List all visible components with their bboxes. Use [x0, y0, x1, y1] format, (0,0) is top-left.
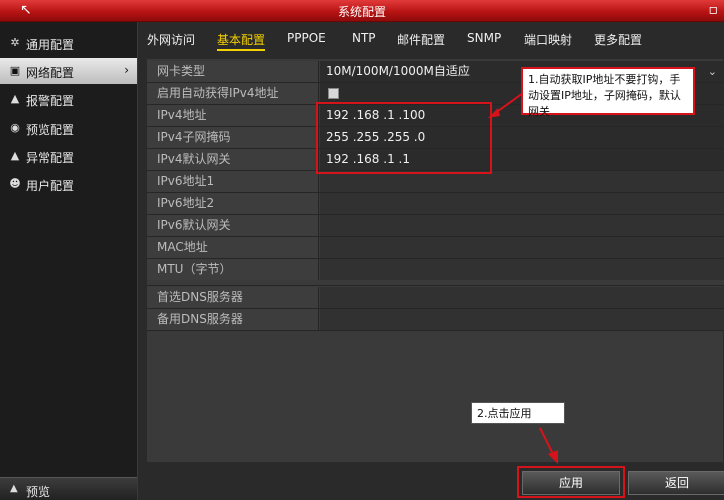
- instruction-callout-1: 1.自动获取IP地址不要打钩，手动设置IP地址，子网掩码，默认网关: [521, 67, 695, 118]
- mtu-label: MTU（字节）: [147, 259, 319, 280]
- tab-ntp[interactable]: NTP: [352, 31, 376, 45]
- instruction-callout-2: 2.点击应用: [471, 402, 565, 424]
- eye-icon: ◉: [10, 121, 20, 134]
- sidebar: ✲ 通用配置 ▣ 网络配置 › ▲ 报警配置 ◉ 预览配置 ▲ 异常配置 ☻ 用…: [0, 22, 138, 500]
- close-icon[interactable]: ▫: [709, 2, 719, 18]
- sidebar-item-label: 通用配置: [26, 38, 75, 52]
- ipv4-address-label: IPv4地址: [147, 105, 319, 126]
- sidebar-item-label: 网络配置: [26, 66, 75, 80]
- ipv4-subnet-label: IPv4子网掩码: [147, 127, 319, 148]
- form-row-alternate-dns: 备用DNS服务器: [147, 309, 724, 331]
- form-row-mac-address: MAC地址: [147, 237, 724, 259]
- nic-type-value: 10M/100M/1000M自适应: [326, 64, 470, 78]
- ip-fields-highlight: [316, 102, 492, 174]
- form-row-ipv6-address2: IPv6地址2: [147, 193, 724, 215]
- ipv6-gateway-input[interactable]: [320, 215, 724, 236]
- apply-button[interactable]: 应用: [522, 471, 620, 495]
- window-title: 系统配置: [337, 5, 386, 19]
- gear-icon: ✲: [10, 36, 20, 49]
- preview-button[interactable]: ▲ 预览: [0, 477, 137, 500]
- sidebar-item-preview[interactable]: ◉ 预览配置: [0, 115, 137, 141]
- sidebar-item-general[interactable]: ✲ 通用配置: [0, 30, 137, 56]
- title-bar: ↖ 系统配置 ▫: [0, 0, 724, 22]
- chevron-right-icon: ›: [124, 63, 129, 77]
- warning-icon: ▲: [10, 149, 20, 162]
- ipv6-gateway-label: IPv6默认网关: [147, 215, 319, 236]
- mac-address-label: MAC地址: [147, 237, 319, 258]
- tab-external-access[interactable]: 外网访问: [147, 31, 195, 48]
- tab-pppoe[interactable]: PPPOE: [287, 31, 326, 45]
- preferred-dns-input[interactable]: [320, 287, 724, 308]
- sidebar-item-alarm[interactable]: ▲ 报警配置: [0, 86, 137, 112]
- alternate-dns-label: 备用DNS服务器: [147, 309, 319, 330]
- tab-more-config[interactable]: 更多配置: [594, 31, 642, 48]
- tab-basic-config[interactable]: 基本配置: [217, 31, 266, 51]
- form-row-ipv6-gateway: IPv6默认网关: [147, 215, 724, 237]
- tab-email-config[interactable]: 邮件配置: [397, 31, 445, 48]
- mtu-input[interactable]: [320, 259, 724, 280]
- dhcp-label: 启用自动获得IPv4地址: [147, 83, 319, 104]
- tab-bar: 外网访问 基本配置 PPPOE NTP 邮件配置 SNMP 端口映射 更多配置: [139, 28, 724, 51]
- preview-label: 预览: [26, 485, 51, 499]
- ipv4-gateway-label: IPv4默认网关: [147, 149, 319, 170]
- form-row-preferred-dns: 首选DNS服务器: [147, 287, 724, 309]
- sidebar-item-label: 异常配置: [26, 151, 75, 165]
- triangle-up-icon: ▲: [10, 483, 18, 494]
- sidebar-item-network[interactable]: ▣ 网络配置 ›: [0, 58, 137, 84]
- ipv6-address1-label: IPv6地址1: [147, 171, 319, 192]
- alternate-dns-input[interactable]: [320, 309, 724, 330]
- mac-address-value: [320, 237, 724, 258]
- sidebar-item-label: 用户配置: [26, 179, 75, 193]
- back-button[interactable]: 返回: [628, 471, 724, 495]
- section-divider: [147, 280, 724, 286]
- sidebar-item-label: 报警配置: [26, 94, 75, 108]
- form-row-mtu: MTU（字节）: [147, 259, 724, 281]
- tab-snmp[interactable]: SNMP: [467, 31, 501, 45]
- network-icon: ▣: [9, 64, 21, 77]
- ipv6-address1-input[interactable]: [320, 171, 724, 192]
- preferred-dns-label: 首选DNS服务器: [147, 287, 319, 308]
- bell-icon: ▲: [10, 92, 20, 105]
- sidebar-item-label: 预览配置: [26, 123, 75, 137]
- tab-port-mapping[interactable]: 端口映射: [524, 31, 572, 48]
- ipv6-address2-label: IPv6地址2: [147, 193, 319, 214]
- sidebar-item-user[interactable]: ☻ 用户配置: [0, 171, 137, 197]
- dhcp-checkbox[interactable]: [328, 88, 339, 99]
- chevron-down-icon: ⌄: [707, 65, 717, 78]
- callout2-arrow: [539, 427, 558, 464]
- sidebar-item-exception[interactable]: ▲ 异常配置: [0, 143, 137, 169]
- users-icon: ☻: [9, 177, 21, 190]
- ipv6-address2-input[interactable]: [320, 193, 724, 214]
- nic-type-label: 网卡类型: [147, 61, 319, 82]
- form-row-ipv6-address1: IPv6地址1: [147, 171, 724, 193]
